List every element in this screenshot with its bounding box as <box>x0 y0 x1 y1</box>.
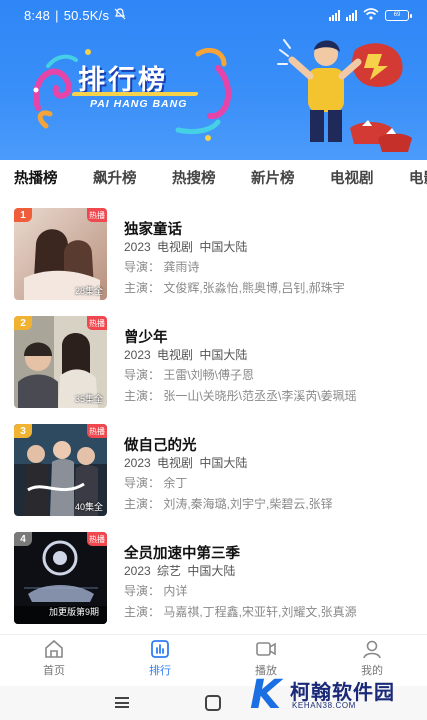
episode-label: 加更版第9期 <box>48 607 99 617</box>
hero-illustration <box>277 39 412 152</box>
item-title[interactable]: 全员加速中第三季 <box>124 542 240 563</box>
user-icon <box>363 640 381 659</box>
tab-tv[interactable]: 电视剧 <box>330 167 374 188</box>
network-speed: 50.5K/s <box>63 7 110 23</box>
item-director: 导演： 余丁 <box>124 476 188 490</box>
rank-badge: 1 <box>14 208 32 222</box>
poster-image[interactable]: 2 热播 35集全 <box>14 316 107 408</box>
watermark-k: K <box>250 672 281 718</box>
item-cast: 主演： 马嘉祺,丁程鑫,宋亚轩,刘耀文,张真源 <box>124 605 357 619</box>
episode-label: 28集全 <box>74 286 103 296</box>
item-title[interactable]: 曾少年 <box>124 326 168 347</box>
list-item[interactable]: 3 热播 40集全 做自己的光 2023 电视剧 中国大陆 导演： 余丁 主演：… <box>0 416 427 516</box>
poster-image[interactable]: 4 热播 加更版第9期 <box>14 532 107 624</box>
poster-image[interactable]: 3 热播 40集全 <box>14 424 107 516</box>
nav-home[interactable]: 首页 <box>24 639 84 678</box>
tab-movie[interactable]: 电影 <box>409 167 427 188</box>
mute-icon <box>114 7 126 23</box>
home-icon <box>45 639 63 658</box>
item-director: 导演： 内详 <box>124 584 188 598</box>
tab-hot[interactable]: 热播榜 <box>14 167 58 188</box>
hot-badge: 热播 <box>87 208 107 222</box>
list-item[interactable]: 1 热播 28集全 独家童话 2023 电视剧 中国大陆 导演： 龚雨诗 主演：… <box>0 200 427 300</box>
item-meta: 2023 综艺 中国大陆 <box>124 564 236 578</box>
watermark-logo: K 柯翰软件园 KEHAN38.COM <box>244 668 424 718</box>
item-meta: 2023 电视剧 中国大陆 <box>124 348 248 362</box>
list-item[interactable]: 4 热播 加更版第9期 全员加速中第三季 2023 综艺 中国大陆 导演： 内详… <box>0 524 427 624</box>
tab-search[interactable]: 热搜榜 <box>172 167 216 188</box>
video-icon <box>256 642 276 656</box>
tab-rising[interactable]: 飙升榜 <box>93 167 137 188</box>
rank-badge: 4 <box>14 532 32 546</box>
hot-badge: 热播 <box>87 532 107 546</box>
hot-badge: 热播 <box>87 316 107 330</box>
episode-label: 40集全 <box>74 502 103 512</box>
nav-rank-label: 排行 <box>149 665 171 677</box>
item-cast: 主演： 刘涛,秦海璐,刘宇宁,柴碧云,张铎 <box>124 497 333 511</box>
status-time: 8:48 <box>24 7 51 23</box>
nav-home-label: 首页 <box>43 665 65 677</box>
tab-new[interactable]: 新片榜 <box>251 167 295 188</box>
hero-subtitle: PAI HANG BANG <box>90 98 188 110</box>
item-title[interactable]: 独家童话 <box>124 218 182 239</box>
watermark-sub: KEHAN38.COM <box>292 701 356 710</box>
home-button[interactable] <box>205 695 221 711</box>
item-title[interactable]: 做自己的光 <box>124 434 197 455</box>
menu-icon[interactable] <box>115 697 129 708</box>
battery-icon: 69 <box>385 9 412 21</box>
item-cast: 主演： 张一山\关晓彤\范丞丞\李溪芮\姜珮瑶 <box>124 389 357 403</box>
rank-icon <box>151 640 169 658</box>
episode-label: 35集全 <box>74 394 103 404</box>
nav-rank[interactable]: 排行 <box>130 639 190 678</box>
item-director: 导演： 龚雨诗 <box>124 260 200 274</box>
signal-icon-2 <box>346 9 357 21</box>
rank-badge: 3 <box>14 424 32 438</box>
hero-underline <box>71 92 199 96</box>
hero-logo: 排行榜 PAI HANG BANG <box>44 48 214 126</box>
category-tabs: 热播榜 飙升榜 热搜榜 新片榜 电视剧 电影 <box>0 160 427 194</box>
rank-badge: 2 <box>14 316 32 330</box>
item-director: 导演： 王雷\刘畅\傅子恩 <box>124 368 255 382</box>
item-meta: 2023 电视剧 中国大陆 <box>124 240 248 254</box>
signal-icon <box>329 9 340 21</box>
item-cast: 主演： 文俊辉,张淼怡,熊奥博,吕钊,郝珠宇 <box>124 281 345 295</box>
item-meta: 2023 电视剧 中国大陆 <box>124 456 248 470</box>
hero-banner: 8:48 | 50.5K/s 69 排行榜 PAI HANG BANG <box>0 0 427 160</box>
poster-image[interactable]: 1 热播 28集全 <box>14 208 107 300</box>
hot-badge: 热播 <box>87 424 107 438</box>
list-item[interactable]: 2 热播 35集全 曾少年 2023 电视剧 中国大陆 导演： 王雷\刘畅\傅子… <box>0 308 427 408</box>
